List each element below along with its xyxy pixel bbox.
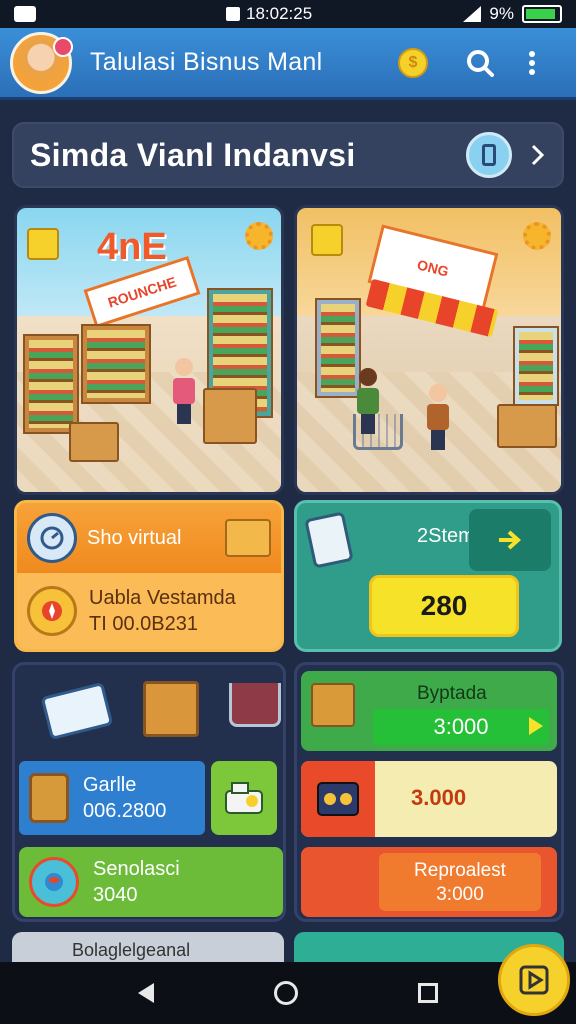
gear-icon xyxy=(523,222,551,250)
tag-icon xyxy=(27,228,59,260)
customer-figure xyxy=(427,384,449,450)
store-scene-right[interactable]: ONG xyxy=(294,205,564,495)
shelf xyxy=(513,326,559,406)
status-time: 18:02:25 xyxy=(246,4,313,23)
register-button[interactable] xyxy=(211,761,277,835)
senolasci-value: 3040 xyxy=(93,884,138,906)
store-scene-left[interactable]: 4nЕ ROUNCHE xyxy=(14,205,284,495)
battery-icon xyxy=(522,5,562,23)
senolasci-text: Senolasci 3040 xyxy=(93,856,180,908)
reproalest-button[interactable]: Reproalest 3:000 xyxy=(379,853,541,911)
next-card-left[interactable]: Bolaglelgeanal xyxy=(12,932,284,964)
customer-figure xyxy=(357,368,379,434)
orange-card-detail: Uabla Vestamda TI 00.0B231 xyxy=(17,573,281,649)
gear-icon xyxy=(245,222,273,250)
shopkeeper-figure xyxy=(173,358,195,424)
banner-title: Simda Vianl Indanvsi xyxy=(30,136,356,173)
tray-icon xyxy=(301,761,375,837)
stopwatch-icon xyxy=(27,513,77,563)
avatar[interactable] xyxy=(10,31,73,94)
arrow-right-icon xyxy=(499,530,522,550)
items-label: 2Stem xyxy=(417,525,475,547)
compass-icon xyxy=(27,586,77,636)
cart-icon[interactable] xyxy=(229,683,281,727)
byptada-card[interactable]: Byptada 3:000 xyxy=(301,671,557,751)
back-icon[interactable] xyxy=(138,983,154,1003)
orange-card-header: Sho virtual xyxy=(17,503,281,573)
app-title: Talulasi Bisnus Manl xyxy=(90,48,323,76)
counter xyxy=(69,422,119,462)
more-vert-icon xyxy=(529,50,535,75)
play-square-icon xyxy=(519,965,549,995)
left-panel-icons xyxy=(25,673,281,753)
garlle-value: 006.2800 xyxy=(83,800,167,822)
system-nav-bar xyxy=(0,962,576,1024)
recents-icon[interactable] xyxy=(418,983,438,1003)
items-value: 280 xyxy=(369,575,519,637)
reproalest-value: 3:000 xyxy=(436,884,484,905)
next-card-label: Bolaglelgeanal xyxy=(72,940,191,960)
battery-percent: 9% xyxy=(489,4,514,23)
phone-stand-icon xyxy=(29,773,69,823)
play-arrow-icon xyxy=(529,717,543,735)
coin-icon[interactable]: $ xyxy=(398,47,428,78)
yellow-value-row[interactable]: 3.000 xyxy=(301,761,557,837)
shelf xyxy=(315,298,361,398)
screen-icon xyxy=(226,7,240,21)
shelf xyxy=(23,334,79,434)
left-panel: Garlle 006.2800 Senolasci 3040 xyxy=(12,662,286,922)
globe-icon xyxy=(29,857,79,907)
byptada-value[interactable]: 3:000 xyxy=(373,709,549,745)
senolasci-title: Senolasci xyxy=(93,858,180,880)
reproalest-row[interactable]: Reproalest 3:000 xyxy=(301,847,557,917)
arrow-button[interactable] xyxy=(469,509,551,571)
garlle-row[interactable]: Garlle 006.2800 xyxy=(19,761,205,835)
home-icon[interactable] xyxy=(274,981,298,1005)
senolasci-row[interactable]: Senolasci 3040 xyxy=(19,847,283,917)
more-options-button[interactable] xyxy=(514,45,550,81)
virtual-shop-label: Sho virtual xyxy=(87,526,182,549)
byptada-label: Byptada xyxy=(417,683,487,704)
status-indicators: 9% xyxy=(463,4,562,24)
shelf xyxy=(81,324,151,404)
counter xyxy=(203,388,257,444)
counter xyxy=(497,404,557,448)
detail-line-1: Uabla Vestamda xyxy=(89,587,236,609)
package-icon[interactable] xyxy=(143,681,199,737)
status-bar: 18:02:25 9% xyxy=(0,0,576,28)
checkbox-icon xyxy=(311,224,343,256)
category-banner[interactable]: Simda Vianl Indanvsi xyxy=(12,122,564,188)
app-bar: Talulasi Bisnus Manl $ xyxy=(0,28,576,100)
cash-register-icon xyxy=(225,782,263,814)
chevron-right-icon xyxy=(531,144,545,166)
basket-icon xyxy=(225,519,271,557)
store-sign-big: 4nЕ xyxy=(97,226,167,268)
phone-icon xyxy=(304,511,354,569)
detail-line-2: TI 00.0B231 xyxy=(89,613,198,635)
notification-icon xyxy=(14,6,36,22)
search-icon xyxy=(467,49,494,77)
virtual-shop-card[interactable]: Sho virtual Uabla Vestamda TI 00.0B231 xyxy=(14,500,284,652)
phone-badge-icon xyxy=(466,132,512,178)
reproalest-title: Reproalest xyxy=(414,860,506,881)
signal-icon xyxy=(463,6,482,22)
crate-icon xyxy=(311,683,355,727)
garlle-text: Garlle 006.2800 xyxy=(83,772,166,824)
status-clock: 18:02:25 xyxy=(226,4,312,24)
right-panel: Byptada 3:000 3.000 Reproalest 3:000 xyxy=(294,662,564,922)
detail-text: Uabla Vestamda TI 00.0B231 xyxy=(89,585,236,637)
search-button[interactable] xyxy=(462,45,498,81)
document-icon[interactable] xyxy=(40,681,114,741)
play-fab-button[interactable] xyxy=(498,944,570,1016)
items-card[interactable]: 2Stem 280 xyxy=(294,500,562,652)
garlle-title: Garlle xyxy=(83,774,137,796)
yellow-row-value: 3.000 xyxy=(411,785,467,810)
